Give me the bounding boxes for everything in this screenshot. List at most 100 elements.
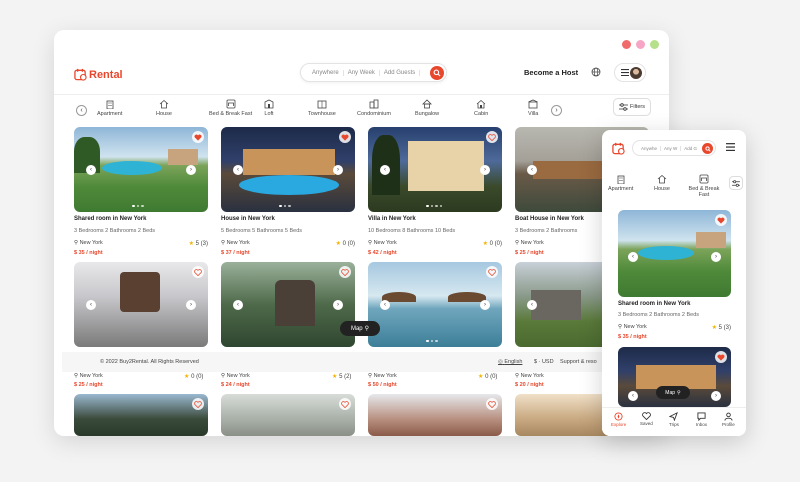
listing-title[interactable]: Villa in New York bbox=[368, 216, 416, 222]
heart-icon[interactable] bbox=[192, 131, 204, 143]
listing-location: ⚲ New York bbox=[515, 240, 544, 246]
image-prev-button[interactable]: ‹ bbox=[233, 300, 243, 310]
listing-title[interactable]: Shared room in New York bbox=[74, 216, 146, 222]
image-prev-button[interactable]: ‹ bbox=[527, 300, 537, 310]
search-icon[interactable] bbox=[702, 143, 713, 154]
language-link[interactable]: ◎ English bbox=[498, 359, 522, 365]
listing-image[interactable] bbox=[74, 394, 208, 436]
tab-saved[interactable]: Saved bbox=[640, 412, 653, 426]
image-next-button[interactable]: › bbox=[333, 165, 343, 175]
listing-image[interactable]: ‹ › bbox=[618, 210, 731, 297]
heart-icon[interactable] bbox=[339, 131, 351, 143]
category-villa[interactable]: Villa bbox=[528, 99, 538, 117]
heart-outline-icon[interactable] bbox=[486, 266, 498, 278]
currency-link[interactable]: $ · USD bbox=[534, 359, 554, 365]
image-prev-button[interactable]: ‹ bbox=[527, 165, 537, 175]
category-house[interactable]: House bbox=[156, 99, 172, 117]
image-next-button[interactable]: › bbox=[333, 300, 343, 310]
tab-inbox[interactable]: Inbox bbox=[696, 412, 707, 427]
image-next-button[interactable]: › bbox=[711, 252, 721, 262]
listing-price: $ 50 / night bbox=[368, 382, 397, 388]
hamburger-icon bbox=[621, 69, 629, 76]
support-link[interactable]: Support & reso bbox=[560, 359, 597, 365]
image-next-button[interactable]: › bbox=[711, 391, 721, 401]
category-cabin[interactable]: Cabin bbox=[474, 99, 488, 117]
apartment-icon bbox=[616, 174, 626, 184]
maximize-dot[interactable] bbox=[650, 40, 659, 49]
image-next-button[interactable]: › bbox=[186, 300, 196, 310]
listing-image[interactable]: ‹ › bbox=[368, 262, 502, 347]
category-prev-button[interactable]: ‹ bbox=[76, 105, 87, 116]
map-toggle-button[interactable]: Map ⚲ bbox=[340, 321, 380, 336]
listing-title[interactable]: Shared room in New York bbox=[618, 301, 690, 307]
become-host-link[interactable]: Become a Host bbox=[524, 68, 578, 77]
image-next-button[interactable]: › bbox=[186, 165, 196, 175]
image-prev-button[interactable]: ‹ bbox=[233, 165, 243, 175]
heart-outline-icon[interactable] bbox=[192, 398, 204, 410]
listing-image[interactable]: ‹ › bbox=[221, 262, 355, 347]
image-next-button[interactable]: › bbox=[480, 300, 490, 310]
heart-icon[interactable] bbox=[715, 214, 727, 226]
category-condominium[interactable]: Condominium bbox=[357, 99, 391, 117]
image-prev-button[interactable]: ‹ bbox=[380, 300, 390, 310]
listing-title[interactable]: Boat House in New York bbox=[515, 216, 584, 222]
tab-explore[interactable]: Explore bbox=[611, 412, 626, 427]
category-townhouse[interactable]: Townhouse bbox=[308, 99, 336, 117]
mobile-search-bar[interactable]: Anywhe Any W Add G bbox=[632, 140, 716, 156]
image-prev-button[interactable]: ‹ bbox=[628, 391, 638, 401]
search-any-week[interactable]: Any W bbox=[661, 145, 682, 151]
listing-image[interactable] bbox=[221, 394, 355, 436]
listing-location: ⚲ New York bbox=[368, 240, 397, 246]
image-prev-button[interactable]: ‹ bbox=[86, 165, 96, 175]
map-icon: ⚲ bbox=[364, 326, 370, 332]
globe-icon: ◎ bbox=[498, 359, 503, 365]
tab-profile[interactable]: Profile bbox=[722, 412, 735, 427]
window-controls bbox=[622, 40, 659, 49]
heart-outline-icon[interactable] bbox=[192, 266, 204, 278]
category-apartment[interactable]: Apartment bbox=[608, 174, 633, 192]
map-toggle-button[interactable]: Map ⚲ bbox=[656, 386, 690, 399]
listing-image[interactable]: ‹ › bbox=[74, 127, 208, 212]
heart-outline-icon[interactable] bbox=[486, 398, 498, 410]
listing-title[interactable]: House in New York bbox=[221, 216, 275, 222]
search-icon[interactable] bbox=[430, 66, 444, 80]
search-add-guests[interactable]: Add G bbox=[681, 146, 700, 151]
filters-button[interactable] bbox=[729, 176, 743, 190]
listing-image[interactable]: ‹ › bbox=[74, 262, 208, 347]
listing-image[interactable]: ‹ › bbox=[368, 127, 502, 212]
image-prev-button[interactable]: ‹ bbox=[380, 165, 390, 175]
heart-outline-icon[interactable] bbox=[339, 266, 351, 278]
search-bar[interactable]: Anywhere Any Week Add Guests bbox=[300, 63, 447, 82]
calendar-logo-icon[interactable] bbox=[612, 142, 625, 155]
search-add-guests[interactable]: Add Guests bbox=[380, 69, 421, 76]
heart-outline-icon[interactable] bbox=[339, 398, 351, 410]
tab-trips[interactable]: Trips bbox=[669, 412, 679, 427]
category-house[interactable]: House bbox=[654, 174, 670, 192]
listing-image[interactable] bbox=[368, 394, 502, 436]
image-prev-button[interactable]: ‹ bbox=[86, 300, 96, 310]
listing-location: ⚲ New York bbox=[74, 373, 103, 379]
minimize-dot[interactable] bbox=[636, 40, 645, 49]
bungalow-icon bbox=[422, 99, 433, 109]
search-anywhere[interactable]: Anywhe bbox=[638, 145, 662, 151]
search-any-week[interactable]: Any Week bbox=[344, 69, 380, 76]
image-next-button[interactable]: › bbox=[480, 165, 490, 175]
category-bungalow[interactable]: Bungalow bbox=[415, 99, 439, 117]
category-bed-breakfast[interactable]: Bed & Break Fast bbox=[686, 174, 722, 198]
globe-icon[interactable] bbox=[591, 67, 601, 77]
image-prev-button[interactable]: ‹ bbox=[628, 252, 638, 262]
category-loft[interactable]: Loft bbox=[264, 99, 274, 117]
search-anywhere[interactable]: Anywhere bbox=[308, 69, 344, 76]
logo[interactable]: Rental bbox=[74, 68, 123, 81]
hamburger-icon[interactable] bbox=[726, 143, 735, 151]
mobile-listing-card[interactable]: ‹ › Map ⚲ bbox=[618, 347, 731, 407]
heart-outline-icon[interactable] bbox=[486, 131, 498, 143]
close-dot[interactable] bbox=[622, 40, 631, 49]
heart-icon[interactable] bbox=[715, 351, 727, 363]
category-bed-breakfast[interactable]: Bed & Break Fast bbox=[209, 99, 252, 117]
listing-image[interactable]: ‹ › bbox=[221, 127, 355, 212]
category-apartment[interactable]: Apartment bbox=[97, 99, 122, 117]
category-next-button[interactable]: › bbox=[551, 105, 562, 116]
user-menu-button[interactable] bbox=[614, 63, 646, 82]
filters-button[interactable]: Filters bbox=[613, 98, 651, 116]
